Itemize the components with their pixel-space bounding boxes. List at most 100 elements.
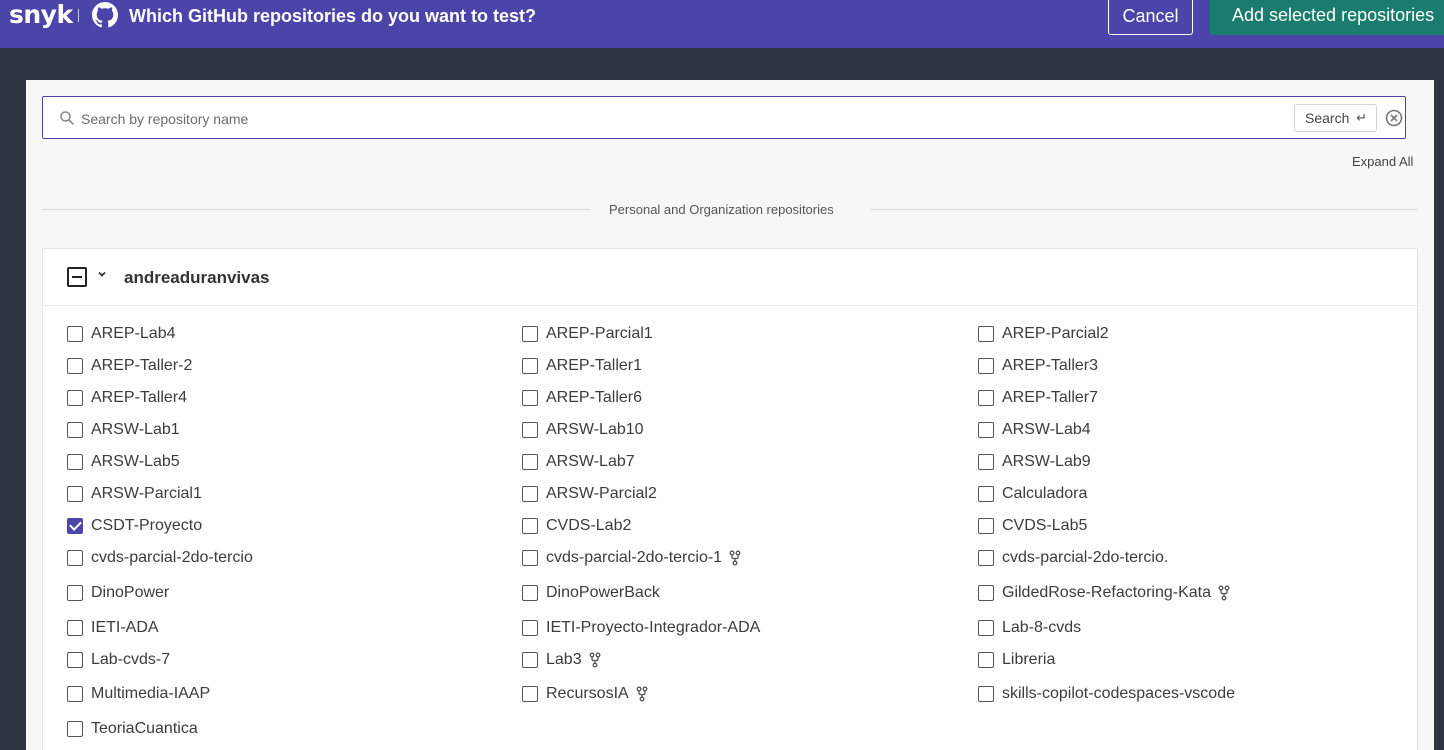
repo-item[interactable]: IETI-Proyecto-Integrador-ADA: [522, 617, 760, 639]
repo-checkbox[interactable]: [522, 486, 538, 502]
repo-checkbox[interactable]: [67, 686, 83, 702]
repo-checkbox[interactable]: [67, 326, 83, 342]
repo-item[interactable]: DinoPowerBack: [522, 582, 660, 604]
repo-item[interactable]: CSDT-Proyecto: [67, 515, 202, 537]
repo-checkbox[interactable]: [67, 422, 83, 438]
repo-item[interactable]: skills-copilot-codespaces-vscode: [978, 683, 1235, 705]
repo-checkbox[interactable]: [978, 518, 994, 534]
repo-name: AREP-Lab4: [91, 325, 176, 342]
search-button[interactable]: Search ↵: [1294, 104, 1377, 132]
repo-item[interactable]: ARSW-Parcial2: [522, 483, 657, 505]
repo-item[interactable]: ARSW-Lab10: [522, 419, 644, 441]
search-icon: [60, 111, 74, 125]
snyk-logo: snyk: [9, 0, 73, 29]
repo-item[interactable]: IETI-ADA: [67, 617, 159, 639]
repo-checkbox[interactable]: [522, 585, 538, 601]
repo-item[interactable]: DinoPower: [67, 582, 169, 604]
repo-checkbox[interactable]: [978, 620, 994, 636]
enter-key-icon: ↵: [1356, 110, 1367, 125]
expand-all-link[interactable]: Expand All: [1352, 154, 1413, 169]
repo-item[interactable]: Lab-cvds-7: [67, 649, 170, 671]
repo-item[interactable]: GildedRose-Refactoring-Kata: [978, 582, 1230, 604]
repo-item[interactable]: ARSW-Lab4: [978, 419, 1091, 441]
repo-item[interactable]: Calculadora: [978, 483, 1087, 505]
repo-checkbox[interactable]: [522, 620, 538, 636]
repo-item[interactable]: AREP-Taller1: [522, 355, 642, 377]
repo-name: TeoriaCuantica: [91, 720, 198, 737]
repo-checkbox[interactable]: [978, 550, 994, 566]
repo-item[interactable]: AREP-Taller6: [522, 387, 642, 409]
repo-item[interactable]: Multimedia-IAAP: [67, 683, 210, 705]
repo-checkbox[interactable]: [67, 486, 83, 502]
page-title: Which GitHub repositories do you want to…: [129, 6, 537, 26]
repo-checkbox[interactable]: [67, 390, 83, 406]
repo-checkbox[interactable]: [67, 454, 83, 470]
repo-checkbox[interactable]: [67, 585, 83, 601]
repo-name: Calculadora: [1002, 485, 1088, 502]
top-bar: snyk Which GitHub repositories do you wa…: [0, 0, 1444, 48]
repo-item[interactable]: ARSW-Lab9: [978, 451, 1091, 473]
repo-checkbox[interactable]: [978, 486, 994, 502]
repo-checkbox[interactable]: [522, 454, 538, 470]
repo-item[interactable]: cvds-parcial-2do-tercio.: [978, 547, 1168, 569]
repo-item[interactable]: Libreria: [978, 649, 1055, 671]
repo-name: ARSW-Parcial1: [91, 485, 202, 502]
repo-item[interactable]: AREP-Taller4: [67, 387, 187, 409]
repo-item[interactable]: AREP-Parcial2: [978, 323, 1109, 345]
repo-checkbox[interactable]: [522, 422, 538, 438]
repo-item[interactable]: ARSW-Parcial1: [67, 483, 202, 505]
repo-item[interactable]: CVDS-Lab2: [522, 515, 631, 537]
repo-name: ARSW-Lab9: [1002, 453, 1091, 470]
repo-checkbox[interactable]: [522, 358, 538, 374]
add-selected-repositories-button[interactable]: Add selected repositories: [1210, 0, 1444, 35]
repo-checkbox[interactable]: [67, 620, 83, 636]
repo-checkbox[interactable]: [522, 518, 538, 534]
chevron-down-icon[interactable]: [96, 268, 108, 280]
repo-checkbox[interactable]: [978, 652, 994, 668]
repo-checkbox[interactable]: [67, 358, 83, 374]
repo-item[interactable]: ARSW-Lab7: [522, 451, 635, 473]
search-input[interactable]: [81, 106, 1281, 132]
repo-item[interactable]: AREP-Taller-2: [67, 355, 192, 377]
repo-item[interactable]: cvds-parcial-2do-tercio-1: [522, 547, 741, 569]
repo-item[interactable]: Lab-8-cvds: [978, 617, 1081, 639]
repo-checkbox[interactable]: [978, 326, 994, 342]
repo-name: CVDS-Lab2: [546, 517, 632, 534]
repo-item[interactable]: AREP-Taller7: [978, 387, 1098, 409]
repo-checkbox[interactable]: [978, 686, 994, 702]
repo-checkbox[interactable]: [67, 652, 83, 668]
repo-item[interactable]: Lab3: [522, 649, 601, 671]
repo-checkbox[interactable]: [522, 686, 538, 702]
repo-checkbox[interactable]: [67, 721, 83, 737]
repo-name: AREP-Taller7: [1002, 389, 1099, 406]
org-header: andreaduranvivas: [43, 249, 1417, 306]
repo-checkbox[interactable]: [978, 358, 994, 374]
org-card: andreaduranvivas AREP-Lab4 AREP-Parcial1 A…: [42, 248, 1418, 750]
repo-item[interactable]: cvds-parcial-2do-tercio: [67, 547, 253, 569]
repo-name: ARSW-Lab1: [91, 421, 180, 438]
repo-item[interactable]: ARSW-Lab1: [67, 419, 180, 441]
clear-search-icon[interactable]: [1385, 109, 1403, 127]
repo-item[interactable]: CVDS-Lab5: [978, 515, 1087, 537]
org-select-all-checkbox[interactable]: [67, 267, 87, 287]
repo-checkbox[interactable]: [67, 518, 83, 534]
repo-checkbox[interactable]: [67, 550, 83, 566]
repo-item[interactable]: AREP-Lab4: [67, 323, 176, 345]
repo-checkbox[interactable]: [978, 390, 994, 406]
repo-name: ARSW-Lab7: [546, 453, 635, 470]
repo-item[interactable]: AREP-Taller3: [978, 355, 1098, 377]
org-name: andreaduranvivas: [124, 268, 270, 287]
repo-item[interactable]: RecursosIA: [522, 683, 648, 705]
repo-checkbox[interactable]: [978, 422, 994, 438]
repo-checkbox[interactable]: [522, 652, 538, 668]
repo-checkbox[interactable]: [522, 326, 538, 342]
repo-checkbox[interactable]: [522, 390, 538, 406]
repo-item[interactable]: ARSW-Lab5: [67, 451, 180, 473]
repo-checkbox[interactable]: [522, 550, 538, 566]
repo-checkbox[interactable]: [978, 585, 994, 601]
repo-name: ARSW-Parcial2: [546, 485, 657, 502]
repo-item[interactable]: TeoriaCuantica: [67, 718, 198, 740]
cancel-button[interactable]: Cancel: [1108, 0, 1193, 35]
repo-item[interactable]: AREP-Parcial1: [522, 323, 653, 345]
repo-checkbox[interactable]: [978, 454, 994, 470]
